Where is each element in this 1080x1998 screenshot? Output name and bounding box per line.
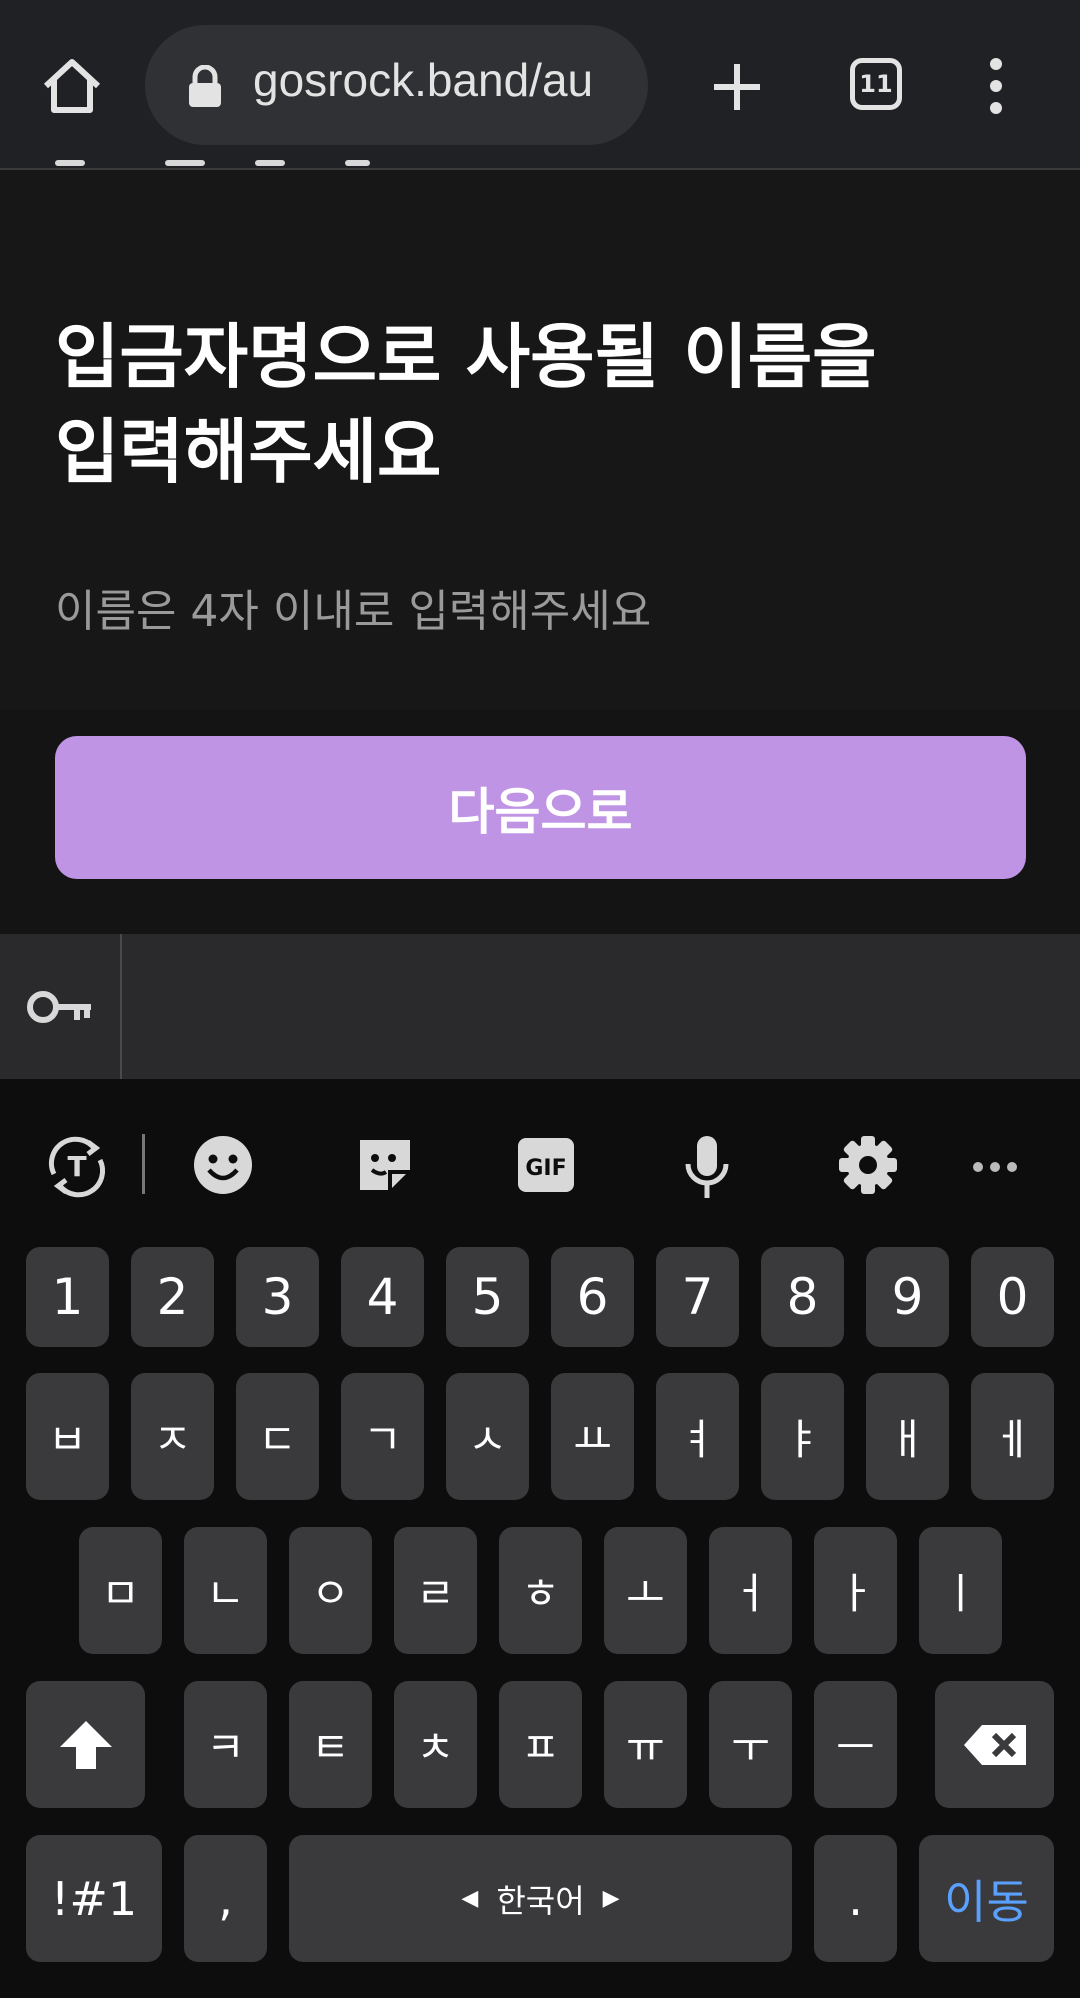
key-3[interactable]: 3	[236, 1247, 319, 1347]
right-arrow-icon: ▶	[602, 1886, 620, 1911]
browser-toolbar: gosrock.band/au 11	[0, 0, 1080, 170]
key-eo[interactable]: ㅓ	[709, 1527, 792, 1654]
key-giyeok[interactable]: ㄱ	[341, 1373, 424, 1500]
next-button[interactable]: 다음으로	[55, 736, 1026, 879]
left-arrow-icon: ◀	[461, 1886, 479, 1911]
emoji-icon[interactable]	[192, 1134, 254, 1202]
key-digeut[interactable]: ㄷ	[236, 1373, 319, 1500]
key-siot[interactable]: ㅅ	[446, 1373, 529, 1500]
go-key[interactable]: 이동	[919, 1835, 1054, 1962]
key-u[interactable]: ㅜ	[709, 1681, 792, 1808]
scrolled-text-fragment	[55, 160, 375, 172]
more-icon[interactable]	[970, 1134, 1020, 1202]
svg-text:GIF: GIF	[525, 1156, 566, 1181]
key-nieun[interactable]: ㄴ	[184, 1527, 267, 1654]
key-hieut[interactable]: ㅎ	[499, 1527, 582, 1654]
key-ae[interactable]: ㅐ	[866, 1373, 949, 1500]
name-input-hint[interactable]: 이름은 4자 이내로 입력해주세요	[55, 575, 651, 639]
home-icon[interactable]	[40, 56, 104, 116]
password-key-icon[interactable]	[25, 972, 95, 1042]
key-rieul[interactable]: ㄹ	[394, 1527, 477, 1654]
key-5[interactable]: 5	[446, 1247, 529, 1347]
divider	[120, 934, 122, 1079]
autofill-bar	[0, 934, 1080, 1079]
key-ieung[interactable]: ㅇ	[289, 1527, 372, 1654]
key-8[interactable]: 8	[761, 1247, 844, 1347]
space-label: 한국어	[496, 1881, 585, 1920]
toolbar-divider	[142, 1134, 145, 1194]
key-1[interactable]: 1	[26, 1247, 109, 1347]
key-ya[interactable]: ㅑ	[761, 1373, 844, 1500]
mic-icon[interactable]	[682, 1134, 732, 1202]
svg-text:T: T	[67, 1150, 86, 1183]
key-chieut[interactable]: ㅊ	[394, 1681, 477, 1808]
comma-key[interactable]: ,	[184, 1835, 267, 1962]
key-yo[interactable]: ㅛ	[551, 1373, 634, 1500]
url-text: gosrock.band/au	[253, 54, 594, 106]
key-7[interactable]: 7	[656, 1247, 739, 1347]
sticker-icon[interactable]	[354, 1134, 416, 1202]
key-a[interactable]: ㅏ	[814, 1527, 897, 1654]
key-yu[interactable]: ㅠ	[604, 1681, 687, 1808]
lock-icon	[187, 64, 223, 109]
title-line-1: 입금자명으로 사용될 이름을	[55, 316, 877, 398]
shift-arrow-icon	[59, 1720, 112, 1769]
key-tieut[interactable]: ㅌ	[289, 1681, 372, 1808]
key-2[interactable]: 2	[131, 1247, 214, 1347]
key-4[interactable]: 4	[341, 1247, 424, 1347]
url-bar[interactable]: gosrock.band/au	[145, 25, 648, 145]
key-eu[interactable]: ㅡ	[814, 1681, 897, 1808]
key-e[interactable]: ㅔ	[971, 1373, 1054, 1500]
key-yeo[interactable]: ㅕ	[656, 1373, 739, 1500]
key-kieuk[interactable]: ㅋ	[184, 1681, 267, 1808]
space-key[interactable]: ◀ 한국어 ▶	[289, 1835, 792, 1962]
gif-icon[interactable]: GIF	[516, 1134, 576, 1202]
key-i[interactable]: ㅣ	[919, 1527, 1002, 1654]
translate-icon[interactable]: T	[44, 1134, 110, 1202]
key-9[interactable]: 9	[866, 1247, 949, 1347]
symbols-key[interactable]: !#1	[26, 1835, 162, 1962]
key-bieup[interactable]: ㅂ	[26, 1373, 109, 1500]
key-pieup[interactable]: ㅍ	[499, 1681, 582, 1808]
key-0[interactable]: 0	[971, 1247, 1054, 1347]
key-6[interactable]: 6	[551, 1247, 634, 1347]
key-mieum[interactable]: ㅁ	[79, 1527, 162, 1654]
key-jieut[interactable]: ㅈ	[131, 1373, 214, 1500]
backspace-icon	[963, 1724, 1026, 1765]
title-line-2: 입력해주세요	[55, 411, 442, 493]
tab-switcher-button[interactable]: 11	[850, 58, 902, 110]
page-title: 입금자명으로 사용될 이름을 입력해주세요	[55, 310, 877, 500]
settings-icon[interactable]	[838, 1134, 898, 1202]
backspace-key[interactable]	[935, 1681, 1054, 1808]
period-key[interactable]: .	[814, 1835, 897, 1962]
shift-key[interactable]	[26, 1681, 145, 1808]
key-o[interactable]: ㅗ	[604, 1527, 687, 1654]
new-tab-icon[interactable]	[712, 62, 762, 112]
more-menu-icon[interactable]	[980, 58, 1012, 114]
keyboard: T GIF 1 2 3 4 5 6 7 8 9 0 ㅂ ㅈ ㄷ ㄱ ㅅ ㅛ ㅕ …	[0, 1079, 1080, 1998]
